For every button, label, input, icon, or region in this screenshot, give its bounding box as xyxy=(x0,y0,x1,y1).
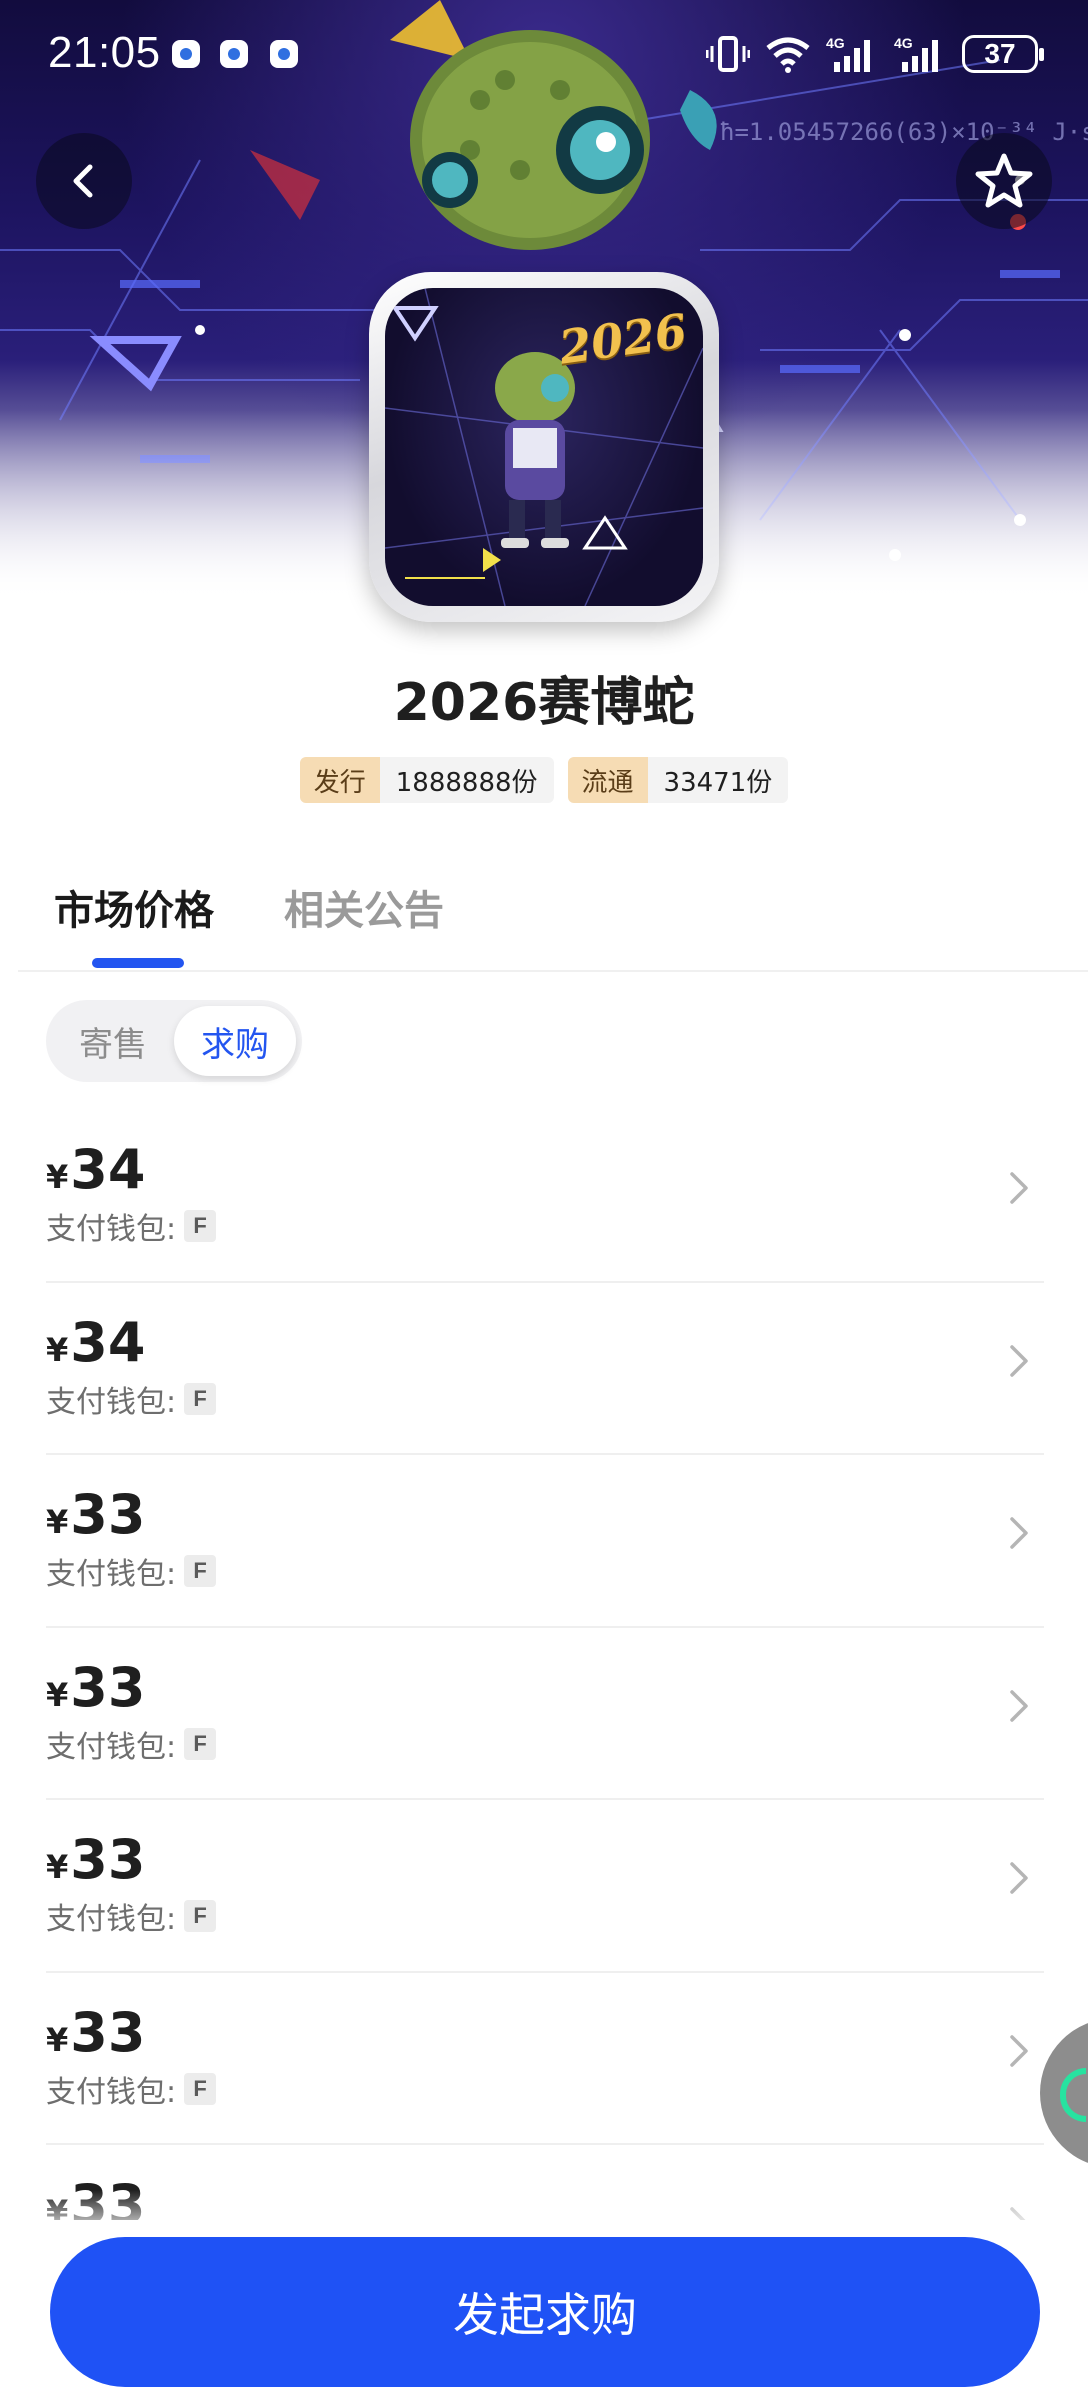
tab-active-indicator xyxy=(92,958,184,968)
wifi-icon xyxy=(766,37,810,73)
wallet-badge: F xyxy=(184,1210,217,1242)
price-value: 33 xyxy=(70,2000,146,2064)
currency-symbol: ¥ xyxy=(46,2020,69,2059)
segment-purchase-request[interactable]: 求购 xyxy=(174,1006,296,1076)
artwork-frame[interactable]: 2026 xyxy=(369,272,719,622)
artwork-image: 2026 xyxy=(385,288,703,606)
listing-price: ¥33 xyxy=(46,1656,145,1719)
wallet-label: 支付钱包: xyxy=(46,1384,177,1420)
currency-symbol: ¥ xyxy=(46,1848,69,1886)
battery-icon: 37 xyxy=(962,35,1044,73)
battery-level: 37 xyxy=(984,38,1016,69)
stats-row: 发行 1888888份 流通 33471份 xyxy=(0,757,1088,803)
price-value: 33 xyxy=(70,1483,146,1546)
listing-type-toggle: 寄售 求购 xyxy=(46,1000,302,1082)
svg-text:4G: 4G xyxy=(894,35,913,51)
listing-price: ¥33 xyxy=(46,1483,145,1546)
listing-row[interactable]: ¥33支付钱包:F xyxy=(46,1800,1044,1973)
listing-row[interactable]: ¥33支付钱包:F xyxy=(46,1973,1044,2145)
wallet-label: 支付钱包: xyxy=(46,1212,177,1247)
notification-icon xyxy=(220,40,248,68)
listing-price: ¥33 xyxy=(46,2001,145,2064)
segment-consignment[interactable]: 寄售 xyxy=(52,1006,174,1076)
collection-title: 2026赛博蛇 xyxy=(393,673,695,733)
tabs-divider xyxy=(18,970,1088,972)
wallet-badge: F xyxy=(184,1382,217,1415)
currency-symbol: ¥ xyxy=(46,1503,69,1541)
tab-label: 市场价格 xyxy=(54,888,214,934)
wallet-badge: F xyxy=(184,1900,217,1932)
payment-wallet: 支付钱包: F xyxy=(46,2067,217,2111)
circulation-value: 33471份 xyxy=(647,757,789,803)
chevron-right-icon xyxy=(1010,1344,1028,1377)
listing-row[interactable]: ¥34 支付钱包: F xyxy=(46,1283,1044,1455)
circulation-stat: 流通 33471份 xyxy=(567,757,789,803)
status-indicators: 4G 4G 37 xyxy=(706,32,1044,76)
price-value: 33 xyxy=(70,1828,146,1891)
payment-wallet: 支付钱包: F xyxy=(46,1549,217,1593)
currency-symbol: ¥ xyxy=(46,1158,69,1196)
chevron-right-icon xyxy=(1010,1517,1028,1549)
payment-wallet: 支付钱包: F xyxy=(46,1204,217,1248)
issue-label: 发行 xyxy=(299,757,380,803)
chevron-right-icon xyxy=(1010,2034,1028,2067)
tab-market-price[interactable]: 市场价格 xyxy=(54,878,214,968)
tab-label: 相关公告 xyxy=(284,888,444,934)
listing-price: ¥34 xyxy=(46,1138,145,1201)
payment-wallet: 支付钱包: F xyxy=(46,1722,217,1766)
issue-stat: 发行 1888888份 xyxy=(299,757,554,803)
chevron-left-icon xyxy=(73,164,93,198)
currency-symbol: ¥ xyxy=(46,1675,69,1714)
tab-announcements[interactable]: 相关公告 xyxy=(284,878,444,964)
payment-wallet: 支付钱包: F xyxy=(46,1377,217,1421)
chevron-right-icon xyxy=(1010,1689,1028,1722)
initiate-purchase-request-button[interactable]: 发起求购 xyxy=(50,2237,1040,2387)
listing-price: ¥34 xyxy=(46,1311,145,1374)
price-value: 34 xyxy=(70,1310,146,1374)
issue-value: 1888888份 xyxy=(379,757,554,803)
notification-icon xyxy=(270,40,298,68)
price-value: 33 xyxy=(70,1655,146,1719)
chevron-right-icon xyxy=(1010,1862,1028,1894)
back-button[interactable] xyxy=(36,133,132,229)
vibrate-icon xyxy=(706,36,750,72)
listing-row[interactable]: ¥33支付钱包:F xyxy=(46,1628,1044,1800)
notification-icon xyxy=(172,40,200,68)
wallet-label: 支付钱包: xyxy=(46,1902,177,1937)
cta-fade xyxy=(0,2190,1088,2238)
assistant-icon xyxy=(1060,2068,1086,2122)
wallet-badge: F xyxy=(184,1727,217,1760)
currency-symbol: ¥ xyxy=(46,1330,69,1369)
signal-4g-icon: 4G xyxy=(894,35,938,72)
status-bar: 21:05 4G 4G 37 xyxy=(0,0,1088,110)
wallet-label: 支付钱包: xyxy=(46,1729,177,1765)
star-outline-icon xyxy=(975,153,1033,208)
listing-price: ¥33 xyxy=(46,1828,145,1891)
listing-row[interactable]: ¥34 支付钱包: F xyxy=(46,1110,1044,1283)
favorite-button[interactable] xyxy=(956,133,1052,229)
wallet-badge: F xyxy=(184,2072,217,2105)
listing-list: ¥34 支付钱包: F ¥34 支付钱包: F ¥33 支付钱包: F ¥33 支付钱包: F ¥33 支… xyxy=(46,1110,1044,2220)
wallet-label: 支付钱包: xyxy=(46,1557,177,1592)
listing-row[interactable]: ¥33支付钱包:F xyxy=(46,1455,1044,1628)
signal-4g-icon: 4G xyxy=(826,35,870,72)
payment-wallet: 支付钱包: F xyxy=(46,1894,217,1938)
wallet-badge: F xyxy=(184,1555,217,1587)
status-time: 21:05 xyxy=(48,28,161,77)
floating-assistant-button[interactable] xyxy=(1040,2018,1088,2168)
chevron-right-icon xyxy=(1010,1172,1028,1204)
price-value: 34 xyxy=(70,1138,146,1201)
svg-text:4G: 4G xyxy=(826,35,845,51)
tab-bar: 市场价格 相关公告 xyxy=(54,878,444,968)
wallet-label: 支付钱包: xyxy=(46,2074,177,2110)
circulation-label: 流通 xyxy=(567,757,648,803)
